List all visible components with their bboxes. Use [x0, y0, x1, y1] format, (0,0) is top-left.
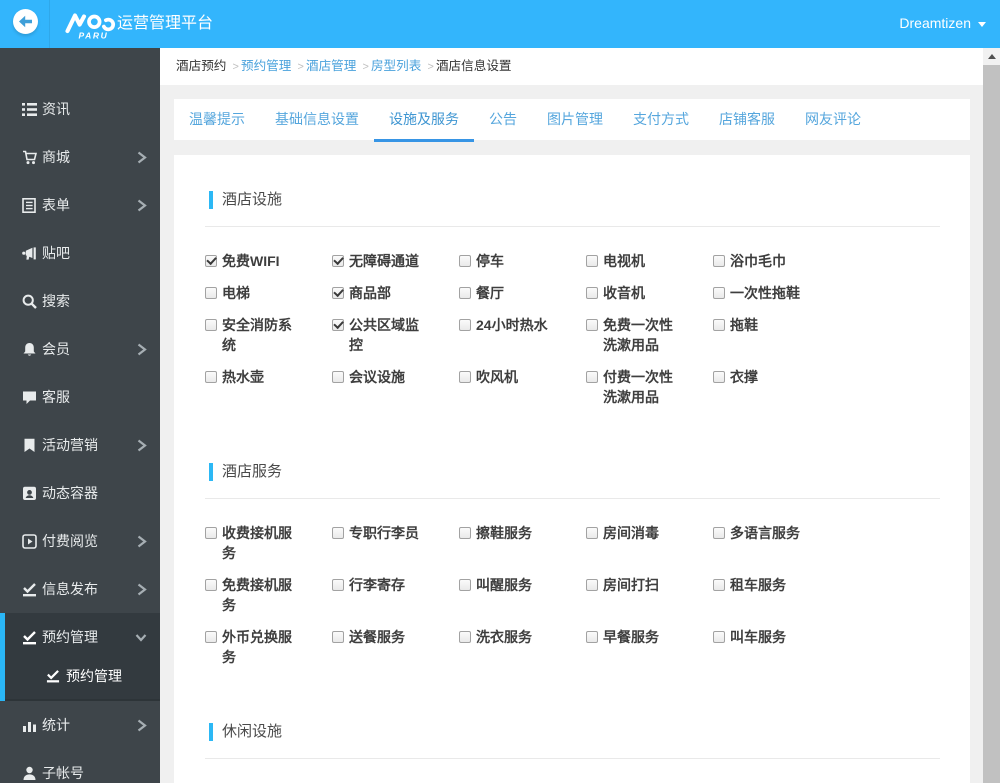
svg-text:PARU: PARU — [79, 31, 109, 41]
